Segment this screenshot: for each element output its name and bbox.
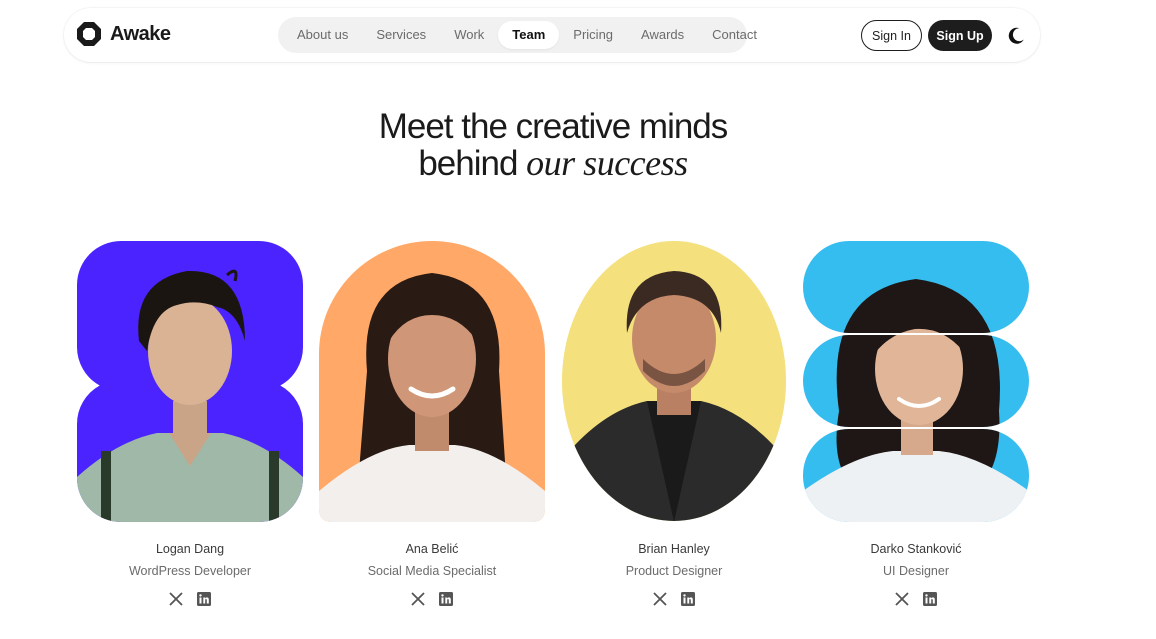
member-role: UI Designer <box>883 564 949 578</box>
headline-line-2: behind our success <box>0 143 1106 183</box>
nav-item-team[interactable]: Team <box>498 21 560 49</box>
linkedin-icon[interactable] <box>197 592 211 606</box>
member-name: Darko Stanković <box>870 542 962 556</box>
member-role: Product Designer <box>625 564 723 578</box>
member-name: Ana Belić <box>405 542 459 556</box>
nav-item-services[interactable]: Services <box>362 21 440 49</box>
team-card: Brian Hanley Product Designer <box>561 241 787 606</box>
x-icon[interactable] <box>653 592 667 606</box>
portrait-image <box>803 241 1029 522</box>
member-socials <box>77 592 303 606</box>
portrait-image <box>319 241 545 522</box>
headline-plain: behind <box>418 144 518 183</box>
team-card: Ana Belić Social Media Specialist <box>319 241 545 606</box>
headline-accent: our success <box>526 143 688 183</box>
sign-up-button[interactable]: Sign Up <box>928 20 992 51</box>
linkedin-icon[interactable] <box>439 592 453 606</box>
member-role: Social Media Specialist <box>367 564 497 578</box>
nav-item-awards[interactable]: Awards <box>627 21 698 49</box>
member-name: Logan Dang <box>155 542 225 556</box>
x-icon[interactable] <box>895 592 909 606</box>
nav-item-pricing[interactable]: Pricing <box>559 21 627 49</box>
member-socials <box>561 592 787 606</box>
member-photo <box>77 241 303 522</box>
member-socials <box>319 592 545 606</box>
member-name: Brian Hanley <box>638 542 710 556</box>
portrait-image <box>562 241 786 521</box>
nav-item-work[interactable]: Work <box>440 21 498 49</box>
team-headline: Meet the creative minds behind our succe… <box>0 108 1106 182</box>
linkedin-icon[interactable] <box>681 592 695 606</box>
moon-icon[interactable] <box>1006 26 1026 46</box>
x-icon[interactable] <box>411 592 425 606</box>
member-photo <box>803 241 1029 522</box>
member-photo <box>561 241 787 522</box>
sign-in-button[interactable]: Sign In <box>861 20 922 51</box>
member-role: WordPress Developer <box>128 564 252 578</box>
navbar: Awake About us Services Work Team Pricin… <box>64 8 1040 62</box>
headline-line-1: Meet the creative minds <box>378 107 729 146</box>
brand-name: Awake <box>110 22 171 45</box>
nav-item-about-us[interactable]: About us <box>283 21 362 49</box>
member-socials <box>803 592 1029 606</box>
main-nav: About us Services Work Team Pricing Awar… <box>278 17 757 53</box>
brand-logo[interactable]: Awake <box>76 21 171 47</box>
logo-icon <box>77 22 101 46</box>
member-photo <box>319 241 545 522</box>
team-card: Logan Dang WordPress Developer <box>77 241 303 606</box>
portrait-image <box>77 241 303 522</box>
team-card: Darko Stanković UI Designer <box>803 241 1029 606</box>
linkedin-icon[interactable] <box>923 592 937 606</box>
x-icon[interactable] <box>169 592 183 606</box>
nav-item-contact[interactable]: Contact <box>698 21 771 49</box>
